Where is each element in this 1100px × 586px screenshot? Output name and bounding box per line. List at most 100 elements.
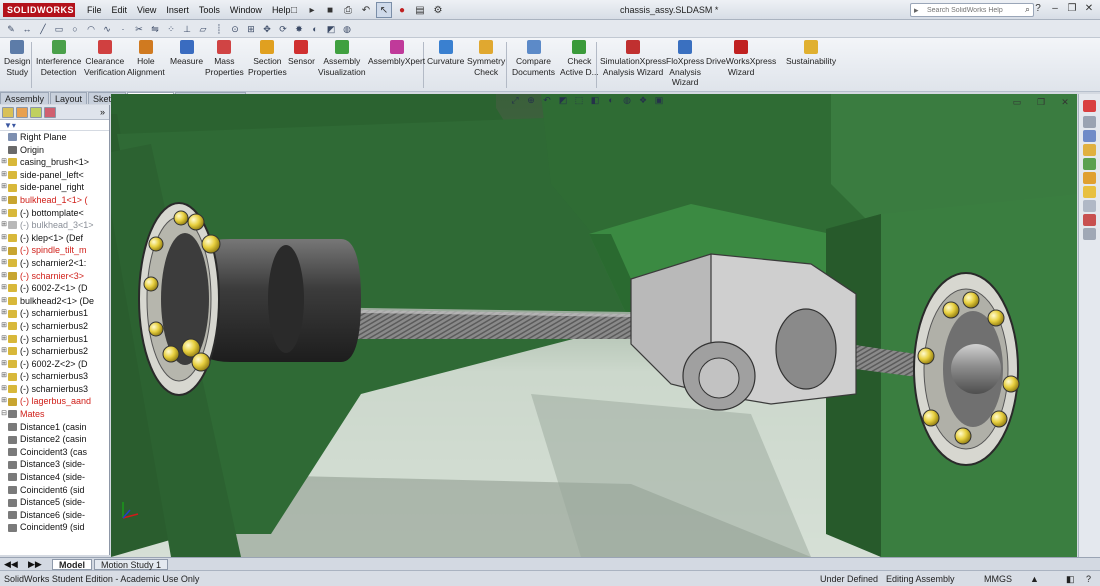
tree-item[interactable]: ⊞ (-) spindle_tilt_m bbox=[0, 244, 109, 257]
tree-filter[interactable]: ▼▾ bbox=[0, 120, 109, 131]
expand-toggle-icon[interactable]: ⊞ bbox=[0, 257, 8, 270]
search-go-icon[interactable]: ⌕ bbox=[1025, 4, 1030, 15]
pattern-icon[interactable]: ⁘ bbox=[164, 22, 178, 36]
tree-item[interactable]: ⊞ (-) scharnierbus3 bbox=[0, 370, 109, 383]
expand-toggle-icon[interactable]: ⊟ bbox=[0, 408, 8, 421]
status-units[interactable]: MMGS bbox=[984, 571, 1012, 586]
circle-icon[interactable]: ○ bbox=[68, 22, 82, 36]
smart-dimension-icon[interactable]: ↔ bbox=[20, 22, 34, 36]
assemblyxpert-button[interactable]: AssemblyXpert bbox=[368, 40, 425, 67]
assembly-visualization-button[interactable]: Assembly Visualization bbox=[318, 40, 366, 77]
design-study-button[interactable]: Design Study bbox=[4, 40, 30, 77]
expand-toggle-icon[interactable]: ⊞ bbox=[0, 333, 8, 346]
measure-button[interactable]: Measure bbox=[170, 40, 203, 67]
tree-item[interactable]: ⊞ bulkhead2<1> (De bbox=[0, 295, 109, 308]
explode-view-icon[interactable]: ✸ bbox=[292, 22, 306, 36]
menu-edit[interactable]: Edit bbox=[107, 0, 133, 20]
viewport-close-icon[interactable]: ✕ bbox=[1058, 95, 1072, 109]
expand-toggle-icon[interactable]: ⊞ bbox=[0, 270, 8, 283]
file-explorer-icon[interactable] bbox=[1083, 130, 1096, 142]
zoom-to-fit-icon[interactable]: ⤢ bbox=[510, 95, 520, 105]
scroll-right-icon[interactable]: ▶▶ bbox=[28, 558, 42, 570]
mate-item[interactable]: Coincident3 (cas bbox=[0, 446, 109, 459]
tree-item[interactable]: ⊞ (-) lagerbus_aand bbox=[0, 395, 109, 408]
menu-window[interactable]: Window bbox=[225, 0, 267, 20]
propertymanager-tab-icon[interactable] bbox=[16, 106, 28, 118]
move-component-icon[interactable]: ✥ bbox=[260, 22, 274, 36]
tree-item[interactable]: ⊞ (-) 6002-Z<1> (D bbox=[0, 282, 109, 295]
tree-item[interactable]: ⊞ (-) scharnierbus1 bbox=[0, 333, 109, 346]
view-palette-icon[interactable] bbox=[1083, 158, 1096, 170]
mate-item[interactable]: Distance1 (casin bbox=[0, 421, 109, 434]
expand-toggle-icon[interactable]: ⊞ bbox=[0, 358, 8, 371]
expand-toggle-icon[interactable]: ⊞ bbox=[0, 370, 8, 383]
expand-toggle-icon[interactable]: ⊞ bbox=[0, 244, 8, 257]
expand-toggle-icon[interactable]: ⊞ bbox=[0, 383, 8, 396]
hide-show-items-icon[interactable]: ◐ bbox=[606, 95, 616, 105]
help-question-icon[interactable]: ? bbox=[1031, 2, 1045, 16]
expand-toggle-icon[interactable]: ⊞ bbox=[0, 395, 8, 408]
print-icon[interactable]: ⎙ bbox=[340, 2, 356, 18]
view-settings-icon[interactable]: ▣ bbox=[654, 95, 664, 105]
file-properties-icon[interactable]: ▤ bbox=[412, 2, 428, 18]
configurationmanager-tab-icon[interactable] bbox=[30, 106, 42, 118]
tree-item[interactable]: ⊞ casing_brush<1> bbox=[0, 156, 109, 169]
library-icon[interactable] bbox=[1083, 228, 1096, 240]
tree-item[interactable]: Right Plane bbox=[0, 131, 109, 144]
hole-alignment-button[interactable]: Hole Alignment bbox=[127, 40, 165, 77]
mate-item[interactable]: Distance6 (side- bbox=[0, 509, 109, 522]
tree-item[interactable]: ⊞ (-) scharnierbus3 bbox=[0, 383, 109, 396]
insert-component-icon[interactable]: ⊞ bbox=[244, 22, 258, 36]
expand-toggle-icon[interactable]: ⊞ bbox=[0, 345, 8, 358]
tree-item[interactable]: ⊞ (-) scharnier<3> bbox=[0, 270, 109, 283]
expand-toggle-icon[interactable]: ⊞ bbox=[0, 169, 8, 182]
expand-toggle-icon[interactable]: ⊞ bbox=[0, 156, 8, 169]
rebuild-icon[interactable]: ● bbox=[394, 2, 410, 18]
previous-view-icon[interactable]: ↶ bbox=[542, 95, 552, 105]
tree-item[interactable]: ⊞ (-) scharnierbus1 bbox=[0, 307, 109, 320]
solidworks-resources-icon[interactable] bbox=[1083, 100, 1096, 112]
point-icon[interactable]: · bbox=[116, 22, 130, 36]
expand-toggle-icon[interactable]: ⊞ bbox=[0, 232, 8, 245]
search-results-icon[interactable] bbox=[1083, 144, 1096, 156]
mate-item[interactable]: Coincident6 (sid bbox=[0, 484, 109, 497]
select-pointer-icon[interactable]: ↖ bbox=[376, 2, 392, 18]
arc-icon[interactable]: ◠ bbox=[84, 22, 98, 36]
status-bar-toggle-icon[interactable]: ◧ bbox=[1066, 571, 1075, 586]
view-orientation-icon[interactable]: ⬚ bbox=[574, 95, 584, 105]
sensor-button[interactable]: Sensor bbox=[288, 40, 315, 67]
symmetry-check-button[interactable]: Symmetry Check bbox=[467, 40, 505, 77]
display-style-icon[interactable]: ◧ bbox=[590, 95, 600, 105]
appearances-scenes-icon[interactable] bbox=[1083, 172, 1096, 184]
curvature-button[interactable]: Curvature bbox=[427, 40, 464, 67]
expand-toggle-icon[interactable]: ⊞ bbox=[0, 282, 8, 295]
expand-toggle-icon[interactable]: ⊞ bbox=[0, 307, 8, 320]
compare-documents-button[interactable]: Compare Documents bbox=[512, 40, 555, 77]
graphics-area[interactable] bbox=[111, 94, 1077, 557]
units-menu-icon[interactable]: ▲ bbox=[1030, 571, 1039, 586]
plane-icon[interactable]: ▱ bbox=[196, 22, 210, 36]
scroll-left-icon[interactable]: ◀◀ bbox=[4, 558, 18, 570]
expand-panel-icon[interactable]: » bbox=[100, 107, 105, 117]
clearance-verification-button[interactable]: Clearance Verification bbox=[84, 40, 126, 77]
minimize-icon[interactable]: – bbox=[1048, 2, 1062, 16]
interference-detection-button[interactable]: Interference Detection bbox=[36, 40, 81, 77]
open-document-icon[interactable]: ▸ bbox=[304, 2, 320, 18]
section-properties-button[interactable]: Section Properties bbox=[248, 40, 287, 77]
save-icon[interactable]: ■ bbox=[322, 2, 338, 18]
floxpress-button[interactable]: FloXpress Analysis Wizard bbox=[666, 40, 704, 88]
search-help-box[interactable]: ▸ ⌕ bbox=[910, 3, 1034, 17]
line-icon[interactable]: ╱ bbox=[36, 22, 50, 36]
rotate-component-icon[interactable]: ⟳ bbox=[276, 22, 290, 36]
menu-view[interactable]: View bbox=[132, 0, 161, 20]
close-icon[interactable]: ✕ bbox=[1082, 2, 1096, 16]
relations-icon[interactable]: ⊥ bbox=[180, 22, 194, 36]
search-input[interactable] bbox=[911, 6, 1011, 14]
viewport-maximize-icon[interactable]: ❐ bbox=[1034, 95, 1048, 109]
section-view-toggle-icon[interactable]: ◩ bbox=[558, 95, 568, 105]
mass-properties-button[interactable]: Mass Properties bbox=[205, 40, 244, 77]
options-icon[interactable]: ⚙ bbox=[430, 2, 446, 18]
trim-icon[interactable]: ✂ bbox=[132, 22, 146, 36]
tree-item[interactable]: ⊞ (-) klep<1> (Def bbox=[0, 232, 109, 245]
driveworksxpress-button[interactable]: DriveWorksXpress Wizard bbox=[706, 40, 776, 77]
